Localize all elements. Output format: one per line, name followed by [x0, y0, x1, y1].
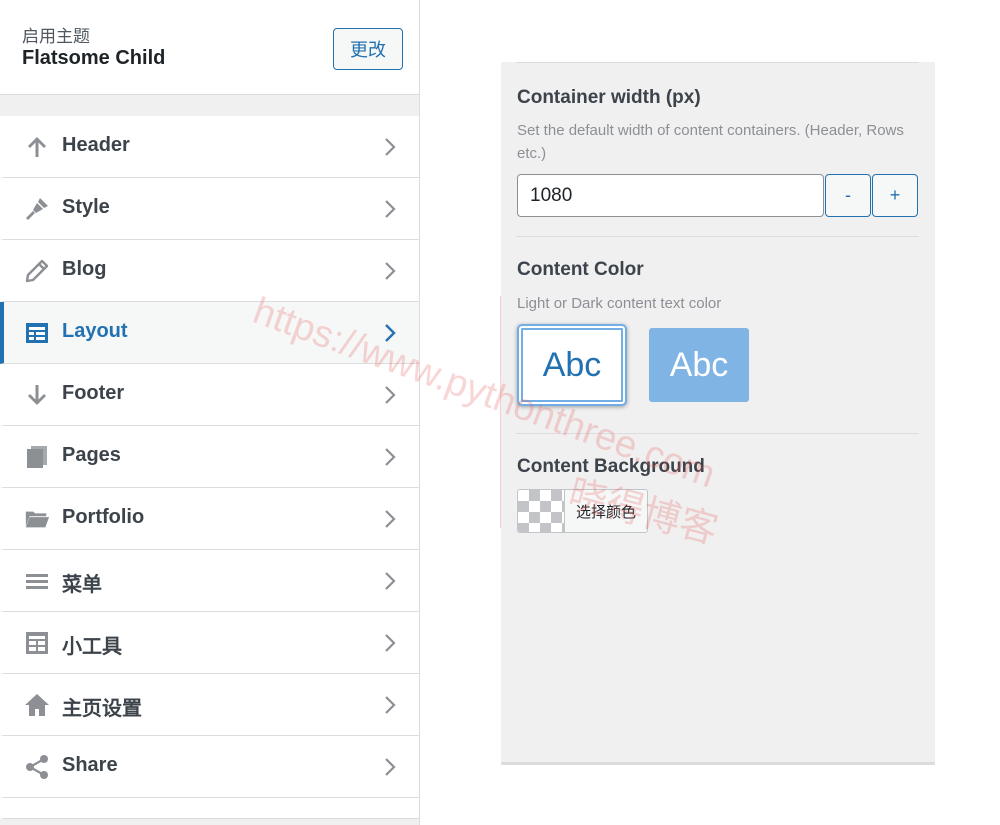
menu-item-portfolio[interactable]: Portfolio [0, 488, 419, 550]
pages-icon [24, 444, 50, 470]
chevron-right-icon [385, 262, 396, 280]
divider [516, 433, 919, 434]
select-color-label: 选择颜色 [575, 502, 636, 521]
menu-lines-icon [24, 568, 50, 594]
container-width-description: Set the default width of content contain… [517, 122, 904, 162]
light-color-option[interactable]: Abc [517, 324, 627, 406]
menu-item-pages[interactable]: Pages [0, 426, 419, 488]
content-color-title: Content Color [517, 259, 644, 280]
menu-item-label: Footer [62, 382, 125, 404]
menu-item-label: Blog [62, 258, 107, 280]
menu-item-label: Pages [62, 444, 121, 466]
chevron-right-icon [385, 324, 396, 342]
menu-item-homepage-settings[interactable]: 主页设置 [0, 674, 419, 736]
menu-item-label: Header [62, 134, 130, 156]
chevron-right-icon [385, 448, 396, 466]
menu-item-style[interactable]: Style [0, 178, 419, 240]
pencil-icon [24, 258, 50, 284]
customizer-sidebar: 启用主题 Flatsome Child 更改 Header Style Blog [0, 0, 420, 825]
active-theme-box: 启用主题 Flatsome Child 更改 [0, 0, 419, 95]
content-color-description: Light or Dark content text color [517, 295, 722, 312]
menu-item-label: Layout [62, 320, 128, 342]
menu-item-label: 菜单 [62, 572, 102, 596]
container-width-title: Container width (px) [517, 87, 701, 108]
paintbrush-icon [24, 196, 50, 222]
customizer-menu: Header Style Blog Layout Footer Pages Po… [0, 116, 419, 819]
menu-item-label: Share [62, 754, 118, 776]
active-theme-name: Flatsome Child [22, 47, 166, 69]
chevron-right-icon [385, 758, 396, 776]
menu-item-menus[interactable]: 菜单 [0, 550, 419, 612]
arrow-down-icon [24, 382, 50, 408]
active-theme-caption: 启用主题 [22, 27, 90, 47]
container-width-input[interactable]: 1080 [517, 174, 824, 217]
menu-item-header[interactable]: Header [0, 116, 419, 178]
menu-item-footer[interactable]: Footer [0, 364, 419, 426]
chevron-right-icon [385, 138, 396, 156]
home-icon [24, 692, 50, 718]
widgets-icon [24, 630, 50, 656]
increment-button[interactable]: + [872, 174, 918, 217]
menu-item-partial[interactable] [0, 798, 419, 819]
divider [516, 236, 919, 237]
transparent-swatch [518, 490, 565, 532]
content-background-title: Content Background [517, 456, 705, 477]
menu-item-label: Portfolio [62, 506, 145, 528]
folder-open-icon [24, 506, 50, 532]
chevron-right-icon [385, 572, 396, 590]
menu-item-widgets[interactable]: 小工具 [0, 612, 419, 674]
share-icon [24, 754, 50, 780]
menu-item-layout[interactable]: Layout [0, 302, 419, 364]
dark-color-option[interactable]: Abc [649, 328, 749, 402]
menu-item-label: Style [62, 196, 110, 218]
table-layout-icon [24, 320, 50, 346]
divider [516, 62, 919, 63]
chevron-right-icon [385, 510, 396, 528]
chevron-right-icon [385, 696, 396, 714]
chevron-right-icon [385, 386, 396, 404]
watermark-line [500, 296, 501, 528]
menu-item-share[interactable]: Share [0, 736, 419, 798]
menu-item-label: 主页设置 [62, 696, 142, 720]
menu-item-blog[interactable]: Blog [0, 240, 419, 302]
layout-settings-panel: Container width (px) Set the default wid… [501, 62, 935, 765]
chevron-right-icon [385, 634, 396, 652]
background-color-picker[interactable]: 选择颜色 [517, 489, 648, 533]
chevron-right-icon [385, 200, 396, 218]
menu-item-label: 小工具 [62, 634, 122, 658]
change-theme-button[interactable]: 更改 [333, 28, 403, 70]
decrement-button[interactable]: - [825, 174, 871, 217]
arrow-up-icon [24, 134, 50, 160]
